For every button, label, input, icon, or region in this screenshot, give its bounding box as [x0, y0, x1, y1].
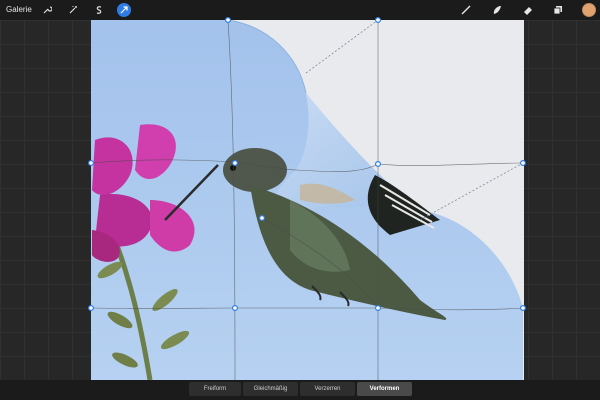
mode-distort[interactable]: Verzerren [300, 382, 355, 396]
mode-uniform[interactable]: Gleichmäßig [243, 382, 298, 396]
transform-mode-selector: Freiform Gleichmäßig Verzerren Verformen [189, 382, 412, 396]
mode-warp[interactable]: Verformen [357, 382, 412, 396]
mode-freeform[interactable]: Freiform [189, 382, 241, 396]
warp-overlay [87, 17, 526, 381]
